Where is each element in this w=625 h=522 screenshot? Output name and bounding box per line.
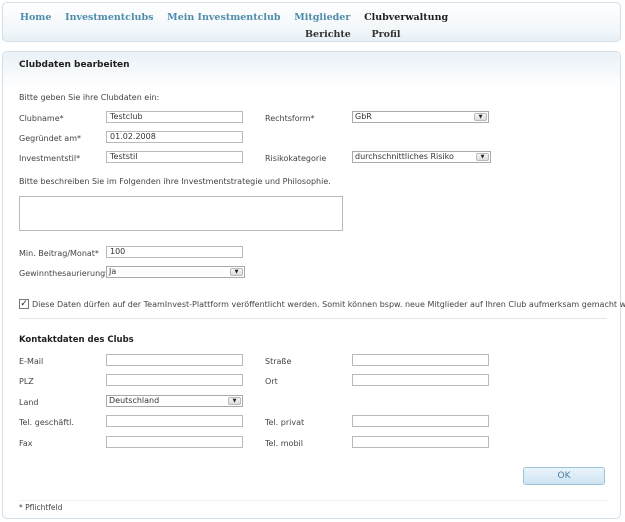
intro-text: Bitte geben Sie ihre Clubdaten ein:	[19, 93, 160, 102]
ort-label: Ort	[265, 377, 278, 386]
beitrag-label: Min. Beitrag/Monat*	[19, 249, 99, 258]
gegruendet-input[interactable]: 01.02.2008	[106, 131, 243, 143]
primary-nav: Home Investmentclubs Mein Investmentclub…	[20, 12, 459, 23]
plz-input[interactable]	[106, 374, 243, 386]
rechtsform-label: Rechtsform*	[265, 114, 315, 123]
risiko-label: Risikokategorie	[265, 154, 327, 163]
ok-button[interactable]: OK	[523, 467, 605, 485]
tel-mobil-label: Tel. mobil	[265, 439, 303, 448]
beitrag-input[interactable]: 100	[106, 246, 243, 258]
risiko-select[interactable]: durchschnittliches Risiko ▼	[352, 151, 491, 163]
chevron-down-icon: ▼	[474, 113, 487, 121]
chevron-down-icon: ▼	[230, 268, 243, 276]
land-selected-value: Deutschland	[109, 396, 160, 405]
strasse-label: Straße	[265, 357, 292, 366]
risiko-selected-value: durchschnittliches Risiko	[355, 152, 454, 161]
nav-mitglieder[interactable]: Mitglieder	[294, 12, 350, 23]
strasse-input[interactable]	[352, 354, 489, 366]
strategie-textarea[interactable]	[19, 196, 343, 231]
clubname-label: Clubname*	[19, 114, 64, 123]
rechtsform-select[interactable]: GbR ▼	[352, 111, 489, 123]
tel-privat-input[interactable]	[352, 415, 489, 427]
investmentstil-label: Investmentstil*	[19, 154, 81, 163]
panel-title: Clubdaten bearbeiten	[19, 60, 130, 70]
publish-text: Diese Daten dürfen auf der TeamInvest-Pl…	[32, 300, 625, 309]
investmentstil-input[interactable]: Teststil	[106, 151, 243, 163]
tel-geschaeft-label: Tel. geschäftl.	[19, 418, 74, 427]
divider	[19, 318, 607, 319]
ort-input[interactable]	[352, 374, 489, 386]
thesaurierung-select[interactable]: Ja ▼	[106, 266, 245, 278]
chevron-down-icon: ▼	[476, 153, 489, 161]
subnav-profil[interactable]: Profil	[372, 29, 401, 40]
subnav-berichte[interactable]: Berichte	[305, 29, 351, 40]
land-label: Land	[19, 398, 39, 407]
tel-mobil-input[interactable]	[352, 436, 489, 448]
publish-checkbox[interactable]: ✓	[19, 299, 29, 309]
tel-geschaeft-input[interactable]	[106, 415, 243, 427]
secondary-nav: Berichte Profil	[305, 29, 419, 40]
email-label: E-Mail	[19, 357, 44, 366]
email-input[interactable]	[106, 354, 243, 366]
nav-clubverwaltung[interactable]: Clubverwaltung	[364, 12, 448, 23]
footnote: * Pflichtfeld	[19, 503, 63, 512]
plz-label: PLZ	[19, 377, 34, 386]
rechtsform-selected-value: GbR	[355, 112, 372, 121]
contact-section-title: Kontaktdaten des Clubs	[19, 335, 134, 345]
land-select[interactable]: Deutschland ▼	[106, 395, 243, 407]
top-navigation: Home Investmentclubs Mein Investmentclub…	[2, 2, 621, 42]
thesaurierung-label: Gewinnthesaurierung*	[19, 269, 110, 278]
clubdaten-panel: Clubdaten bearbeiten Bitte geben Sie ihr…	[2, 51, 625, 519]
fax-label: Fax	[19, 439, 33, 448]
nav-home[interactable]: Home	[20, 12, 51, 23]
nav-investmentclubs[interactable]: Investmentclubs	[65, 12, 153, 23]
panel-header	[3, 52, 620, 88]
divider	[19, 500, 607, 501]
chevron-down-icon: ▼	[228, 397, 241, 405]
nav-mein-investmentclub[interactable]: Mein Investmentclub	[167, 12, 280, 23]
thesaurierung-selected-value: Ja	[109, 267, 117, 276]
gegruendet-label: Gegründet am*	[19, 134, 82, 143]
tel-privat-label: Tel. privat	[265, 418, 305, 427]
clubname-input[interactable]: Testclub	[106, 111, 243, 123]
fax-input[interactable]	[106, 436, 243, 448]
strategie-text: Bitte beschreiben Sie im Folgenden ihre …	[19, 177, 331, 186]
